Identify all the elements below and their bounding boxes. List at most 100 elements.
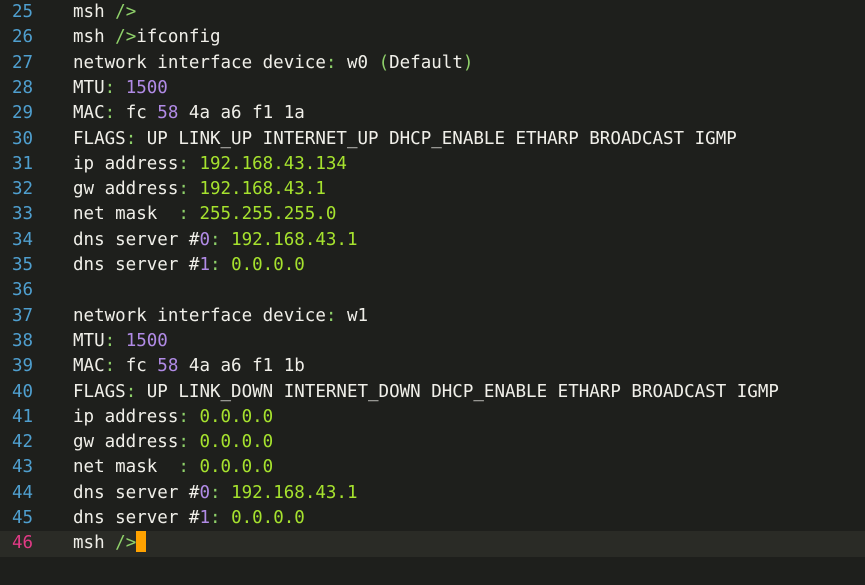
- line-number: 33: [12, 204, 34, 225]
- text-segment: FLAGS: [73, 381, 126, 402]
- text-segment: :: [209, 229, 232, 250]
- text-segment: 255.255.255.0: [199, 204, 337, 225]
- terminal-line: 41 ip address: 0.0.0.0: [0, 405, 865, 430]
- line-number: 28: [12, 77, 34, 98]
- line-text: dns server #1: 0.0.0.0: [73, 506, 305, 531]
- line-number: 29: [12, 103, 34, 124]
- terminal-line: 46 msh />: [0, 531, 865, 557]
- text-segment: 0.0.0.0: [199, 406, 274, 427]
- line-text: network interface device: w0 (Default): [73, 51, 473, 76]
- terminal-line: 31 ip address: 192.168.43.134: [0, 152, 865, 177]
- text-segment: 1500: [125, 330, 168, 351]
- terminal-line: 40 FLAGS: UP LINK_DOWN INTERNET_DOWN DHCP…: [0, 380, 865, 405]
- text-segment: 1500: [125, 77, 168, 98]
- terminal-line: 37 network interface device: w1: [0, 304, 865, 329]
- text-segment: MTU: [73, 77, 105, 98]
- line-text: MTU: 1500: [73, 329, 168, 354]
- cursor-block: [136, 531, 147, 553]
- terminal-line: 28 MTU: 1500: [0, 76, 865, 101]
- text-segment: 4a a6 f1 1a: [178, 103, 305, 124]
- text-segment: :: [104, 330, 126, 351]
- line-text: net mask : 255.255.255.0: [73, 202, 336, 227]
- terminal-line: 44 dns server #0: 192.168.43.1: [0, 481, 865, 506]
- line-number: 38: [12, 330, 34, 351]
- text-segment: gw address: [73, 179, 179, 200]
- text-segment: />: [115, 27, 137, 48]
- terminal-line: 29 MAC: fc 58 4a a6 f1 1a: [0, 101, 865, 126]
- line-number: 34: [12, 229, 34, 250]
- line-number: 37: [12, 305, 34, 326]
- terminal-line: 26 msh />ifconfig: [0, 25, 865, 50]
- text-segment: 192.168.43.1: [199, 179, 326, 200]
- terminal-line: 33 net mask : 255.255.255.0: [0, 202, 865, 227]
- text-segment: 192.168.43.1: [231, 482, 358, 503]
- line-text: gw address: 0.0.0.0: [73, 430, 273, 455]
- line-number: 30: [12, 128, 34, 149]
- text-segment: fc: [125, 103, 158, 124]
- line-text: MAC: fc 58 4a a6 f1 1b: [73, 354, 305, 379]
- text-segment: :: [325, 52, 347, 73]
- text-segment: UP LINK_DOWN INTERNET_DOWN DHCP_ENABLE E…: [146, 381, 779, 402]
- text-segment: msh: [73, 533, 116, 554]
- text-segment: 0: [199, 482, 210, 503]
- text-segment: 0.0.0.0: [231, 508, 305, 528]
- text-segment: MAC: [73, 356, 105, 377]
- line-text: FLAGS: UP LINK_UP INTERNET_UP DHCP_ENABL…: [73, 127, 737, 152]
- terminal-line: 35 dns server #1: 0.0.0.0: [0, 253, 865, 278]
- terminal-window[interactable]: 25 msh /> 26 msh />ifconfig 27 network interf…: [0, 0, 865, 585]
- terminal-line: 42 gw address: 0.0.0.0: [0, 430, 865, 455]
- text-segment: w1: [346, 305, 369, 326]
- text-segment: :: [178, 406, 200, 427]
- line-text: MTU: 1500: [73, 76, 168, 101]
- text-segment: network interface device: [73, 305, 326, 326]
- text-segment: :: [125, 381, 147, 402]
- text-segment: :: [104, 103, 126, 124]
- terminal-line: 30 FLAGS: UP LINK_UP INTERNET_UP DHCP_ENA…: [0, 127, 865, 152]
- text-segment: 192.168.43.1: [231, 229, 358, 250]
- terminal-line: 39 MAC: fc 58 4a a6 f1 1b: [0, 354, 865, 379]
- text-segment: dns server #: [73, 482, 200, 503]
- line-text: net mask : 0.0.0.0: [73, 455, 273, 480]
- text-segment: network interface device: [73, 52, 326, 73]
- text-segment: :: [209, 482, 232, 503]
- text-segment: net mask: [73, 204, 179, 225]
- line-number: 35: [12, 255, 34, 275]
- terminal-line: 34 dns server #0: 192.168.43.1: [0, 228, 865, 253]
- line-text: gw address: 192.168.43.1: [73, 177, 326, 202]
- text-segment: :: [178, 432, 200, 453]
- text-segment: :: [178, 204, 200, 225]
- text-segment: msh: [73, 27, 116, 48]
- line-text: dns server #0: 192.168.43.1: [73, 228, 358, 253]
- text-segment: FLAGS: [73, 128, 126, 149]
- text-segment: :: [178, 153, 200, 174]
- text-segment: gw address: [73, 432, 179, 453]
- text-segment: 1: [199, 508, 210, 528]
- terminal-line: 25 msh />: [0, 0, 865, 25]
- text-segment: dns server #: [73, 508, 200, 528]
- text-segment: 0.0.0.0: [231, 255, 305, 275]
- text-segment: 58: [157, 103, 179, 124]
- text-segment: ip address: [73, 406, 179, 427]
- line-number: 40: [12, 381, 34, 402]
- text-segment: fc: [125, 356, 158, 377]
- line-number: 25: [12, 2, 34, 22]
- text-segment: :: [209, 255, 232, 275]
- line-number: 43: [12, 457, 34, 478]
- line-text: msh />: [73, 0, 136, 25]
- text-segment: (: [378, 52, 390, 73]
- line-text: msh />ifconfig: [73, 25, 221, 50]
- line-text: MAC: fc 58 4a a6 f1 1a: [73, 101, 305, 126]
- text-segment: :: [209, 508, 232, 528]
- text-segment: :: [178, 457, 200, 478]
- line-number: 46: [12, 533, 34, 554]
- line-text: network interface device: w1: [73, 304, 368, 329]
- text-segment: 192.168.43.134: [199, 153, 347, 174]
- text-segment: :: [178, 179, 200, 200]
- text-segment: 58: [157, 356, 179, 377]
- line-number: 42: [12, 432, 34, 453]
- line-number: 26: [12, 27, 34, 48]
- terminal-line: 38 MTU: 1500: [0, 329, 865, 354]
- text-segment: 1: [199, 255, 210, 275]
- text-segment: 0.0.0.0: [199, 457, 274, 478]
- text-segment: dns server #: [73, 229, 200, 250]
